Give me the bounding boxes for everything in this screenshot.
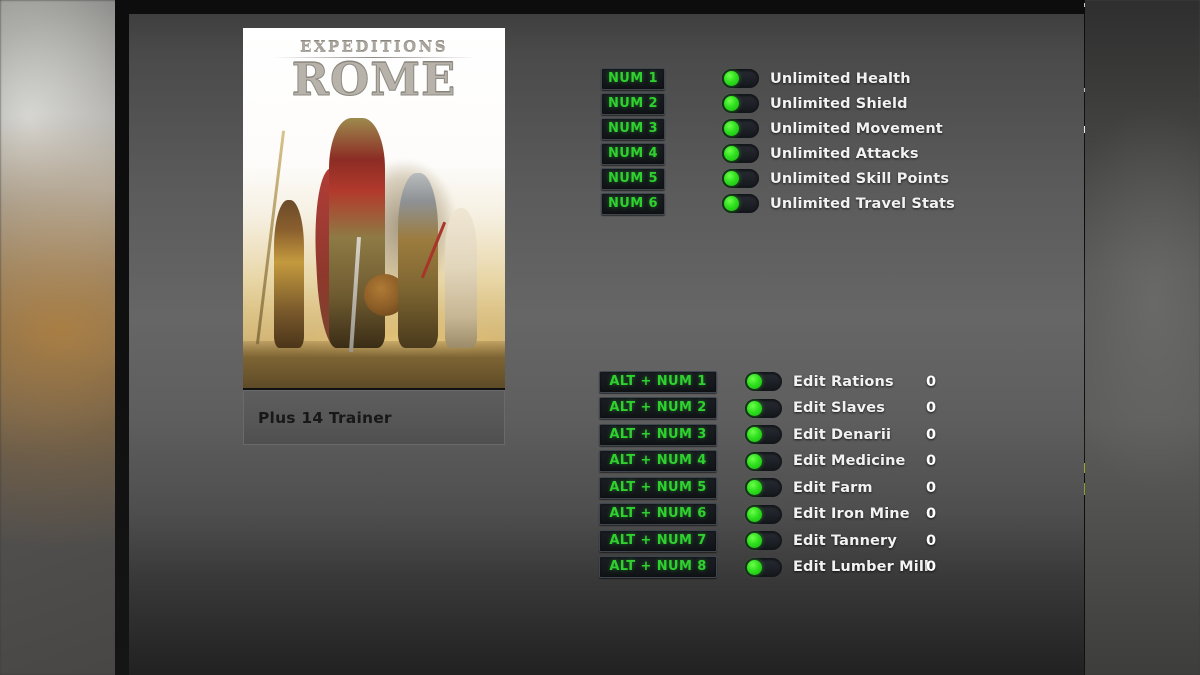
option-label: Edit Lumber Mill [793, 559, 930, 575]
option-label: Edit Rations [793, 373, 894, 390]
option-toggle[interactable] [745, 451, 782, 471]
option-row: NUM 1 Unlimited Health [601, 67, 955, 90]
trainer-title-text: Plus 14 Trainer [258, 408, 392, 427]
game-cover-art: EXPEDITIONS ROME [243, 28, 505, 388]
option-toggle[interactable] [722, 94, 759, 113]
hotkey-button[interactable]: ALT + NUM 5 [599, 476, 717, 499]
hotkey-button[interactable]: NUM 2 [601, 92, 665, 115]
hotkey-button[interactable]: NUM 4 [601, 142, 665, 165]
hotkey-button[interactable]: ALT + NUM 2 [599, 397, 717, 419]
option-row: ALT + NUM 6 Edit Iron Mine 0 [599, 503, 936, 525]
option-value[interactable]: 0 [926, 533, 936, 549]
toggle-knob [747, 480, 762, 495]
toggle-knob [724, 96, 739, 111]
hotkey-button[interactable]: NUM 5 [601, 167, 665, 190]
option-value[interactable]: 0 [926, 427, 936, 443]
option-value[interactable]: 0 [926, 453, 936, 469]
option-row: ALT + NUM 3 Edit Denarii 0 [599, 423, 936, 446]
cover-ground [243, 341, 505, 388]
option-toggle[interactable] [745, 478, 782, 497]
option-row: ALT + NUM 7 Edit Tannery 0 [599, 529, 936, 552]
option-row: ALT + NUM 8 Edit Lumber Mill 0 [599, 556, 936, 578]
toggle-knob [747, 559, 762, 575]
hotkey-button[interactable]: ALT + NUM 4 [599, 450, 717, 472]
option-toggle[interactable] [745, 372, 782, 391]
trainer-title-bar: Plus 14 Trainer [243, 390, 505, 445]
option-value[interactable]: 0 [926, 480, 936, 496]
toggle-knob [724, 71, 739, 86]
option-toggle[interactable] [745, 398, 782, 418]
toggle-knob [724, 171, 739, 186]
cover-warrior-spearman [274, 200, 305, 349]
option-label: Edit Slaves [793, 400, 885, 416]
option-toggle[interactable] [722, 119, 759, 138]
option-label: Unlimited Movement [770, 120, 943, 137]
toggle-knob [747, 427, 762, 442]
option-label: Edit Tannery [793, 532, 897, 549]
option-toggle[interactable] [745, 504, 782, 524]
option-label: Unlimited Skill Points [770, 170, 950, 187]
cover-warrior-archer [444, 208, 477, 349]
cover-warrior-soldier [397, 173, 438, 349]
option-value[interactable]: 0 [926, 374, 936, 390]
option-label: Unlimited Travel Stats [770, 195, 955, 212]
option-row: NUM 4 Unlimited Attacks [601, 142, 955, 165]
game-cover-card: EXPEDITIONS ROME Plus 14 Trainer [243, 28, 505, 445]
option-toggle[interactable] [722, 69, 759, 88]
options-group-unlimited: NUM 1 Unlimited Health NUM 2 Unlimited Shie… [601, 67, 955, 218]
hotkey-button[interactable]: NUM 1 [601, 67, 665, 90]
option-row: NUM 3 Unlimited Movement [601, 117, 955, 140]
toggle-knob [747, 374, 762, 389]
option-toggle[interactable] [745, 425, 782, 444]
option-toggle[interactable] [722, 169, 759, 188]
option-toggle[interactable] [745, 531, 782, 550]
option-row: NUM 6 Unlimited Travel Stats [601, 192, 955, 215]
option-row: ALT + NUM 4 Edit Medicine 0 [599, 450, 936, 472]
option-row: ALT + NUM 1 Edit Rations 0 [599, 370, 936, 393]
toggle-knob [724, 121, 739, 136]
hotkey-button[interactable]: ALT + NUM 8 [599, 556, 717, 578]
option-value[interactable]: 0 [926, 506, 936, 522]
toggle-knob [724, 146, 739, 161]
option-row: NUM 5 Unlimited Skill Points [601, 167, 955, 190]
option-row: NUM 2 Unlimited Shield [601, 92, 955, 115]
option-toggle[interactable] [722, 194, 759, 213]
option-label: Edit Denarii [793, 426, 892, 443]
option-row: ALT + NUM 2 Edit Slaves 0 [599, 397, 936, 419]
option-label: Unlimited Attacks [770, 145, 919, 162]
options-group-edit: ALT + NUM 1 Edit Rations 0 ALT + NUM 2 Edit … [599, 370, 936, 583]
toggle-knob [747, 400, 762, 416]
option-label: Unlimited Health [770, 70, 911, 87]
window-frame-top [115, 0, 1084, 14]
toggle-knob [747, 533, 762, 548]
option-value[interactable]: 0 [926, 559, 936, 575]
hotkey-button[interactable]: ALT + NUM 1 [599, 370, 717, 393]
trainer-window: EXPEDITIONS ROME Plus 14 Trainer NUM 1 Un… [115, 0, 1084, 675]
option-label: Edit Farm [793, 479, 873, 496]
option-toggle[interactable] [745, 557, 782, 577]
hotkey-button[interactable]: NUM 3 [601, 117, 665, 140]
hotkey-button[interactable]: ALT + NUM 6 [599, 503, 717, 525]
toggle-knob [747, 453, 762, 469]
desktop-backdrop-right [1084, 0, 1200, 675]
hotkey-button[interactable]: ALT + NUM 3 [599, 423, 717, 446]
toggle-knob [724, 196, 739, 211]
window-frame-left [115, 0, 129, 675]
option-label: Edit Iron Mine [793, 506, 910, 522]
option-value[interactable]: 0 [926, 400, 936, 416]
hotkey-button[interactable]: ALT + NUM 7 [599, 529, 717, 552]
option-label: Unlimited Shield [770, 95, 908, 112]
hotkey-button[interactable]: NUM 6 [601, 192, 665, 215]
option-toggle[interactable] [722, 144, 759, 163]
option-row: ALT + NUM 5 Edit Farm 0 [599, 476, 936, 499]
toggle-knob [747, 506, 762, 522]
option-label: Edit Medicine [793, 453, 906, 469]
